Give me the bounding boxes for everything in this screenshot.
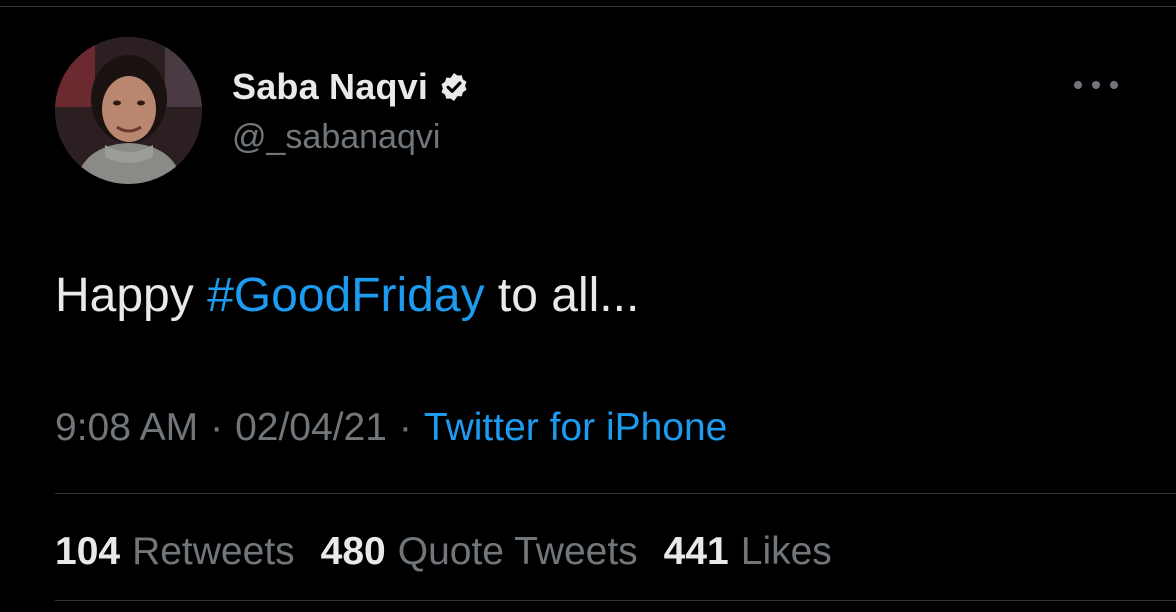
meta-separator: · [210, 406, 224, 449]
source-link[interactable]: Twitter for iPhone [424, 406, 727, 449]
tweet-date[interactable]: 02/04/21 [235, 406, 387, 449]
meta-separator: · [398, 406, 412, 449]
author-name-row[interactable]: Saba Naqvi [232, 64, 470, 110]
verified-badge-icon [438, 71, 470, 103]
author-display-name[interactable]: Saba Naqvi [232, 66, 428, 108]
stats-divider [55, 493, 1176, 494]
hashtag-link[interactable]: #GoodFriday [207, 269, 484, 322]
likes-count: 441 [663, 530, 729, 573]
tweet-meta: 9:08 AM · 02/04/21 · Twitter for iPhone [55, 406, 727, 450]
more-dot [1110, 81, 1118, 89]
retweets-stat[interactable]: 104 Retweets [55, 530, 295, 574]
tweet-time[interactable]: 9:08 AM [55, 406, 198, 449]
avatar-photo [55, 37, 202, 184]
avatar[interactable] [55, 37, 202, 184]
more-dot [1092, 81, 1100, 89]
more-options-icon[interactable] [1070, 70, 1122, 100]
engagement-stats: 104 Retweets 480 Quote Tweets 441 Likes [55, 530, 858, 574]
retweets-count: 104 [55, 530, 121, 573]
likes-label: Likes [740, 530, 832, 573]
bottom-divider [55, 600, 1176, 601]
author-handle[interactable]: @_sabanaqvi [232, 118, 440, 157]
quote-tweets-label: Quote Tweets [397, 530, 638, 573]
tweet-text-before: Happy [55, 269, 208, 322]
tweet-text-after: to all... [484, 269, 640, 322]
more-dot [1074, 81, 1082, 89]
quote-tweets-stat[interactable]: 480 Quote Tweets [321, 530, 638, 574]
top-divider [0, 6, 1176, 7]
retweets-label: Retweets [132, 530, 295, 573]
likes-stat[interactable]: 441 Likes [664, 530, 832, 574]
tweet-text: Happy #GoodFriday to all... [55, 268, 639, 323]
quote-tweets-count: 480 [320, 530, 386, 573]
